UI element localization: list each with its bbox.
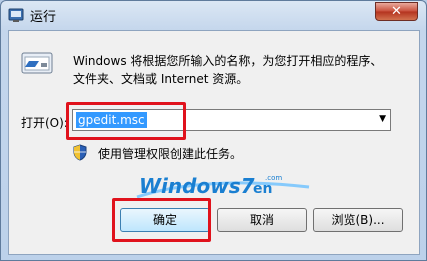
- open-label: 打开(O):: [21, 116, 68, 130]
- browse-button[interactable]: 浏览(B)...: [313, 208, 403, 232]
- input-highlight-box: [66, 102, 186, 140]
- title-bar[interactable]: 运行 ✕: [1, 1, 426, 29]
- logo-text-main: Windows7: [139, 174, 255, 198]
- run-icon: [21, 52, 53, 74]
- description-line-2: 文件夹、文档或 Internet 资源。: [73, 72, 249, 86]
- close-button[interactable]: ✕: [375, 2, 418, 21]
- description-line-1: Windows 将根据您所输入的名称，为您打开相应的程序、: [73, 54, 383, 68]
- window-title: 运行: [30, 10, 57, 25]
- run-app-icon: [8, 8, 24, 22]
- admin-note: 使用管理权限创建此任务。: [98, 147, 243, 161]
- ok-highlight-box: [112, 198, 211, 242]
- dropdown-arrow-icon[interactable]: ▼: [379, 114, 386, 124]
- uac-shield-icon: [73, 144, 87, 161]
- logo-text-com: .com: [265, 174, 282, 182]
- cancel-button[interactable]: 取消: [217, 208, 307, 232]
- logo-text-suffix: en: [253, 181, 272, 197]
- run-dialog-window: 运行 ✕ Windows 将根据您所输入的名称，为您打开相应的程序、 文件夹、文…: [0, 0, 427, 261]
- dialog-body: Windows 将根据您所输入的名称，为您打开相应的程序、 文件夹、文档或 In…: [8, 30, 420, 255]
- description: Windows 将根据您所输入的名称，为您打开相应的程序、 文件夹、文档或 In…: [73, 52, 413, 88]
- close-icon: ✕: [391, 4, 402, 19]
